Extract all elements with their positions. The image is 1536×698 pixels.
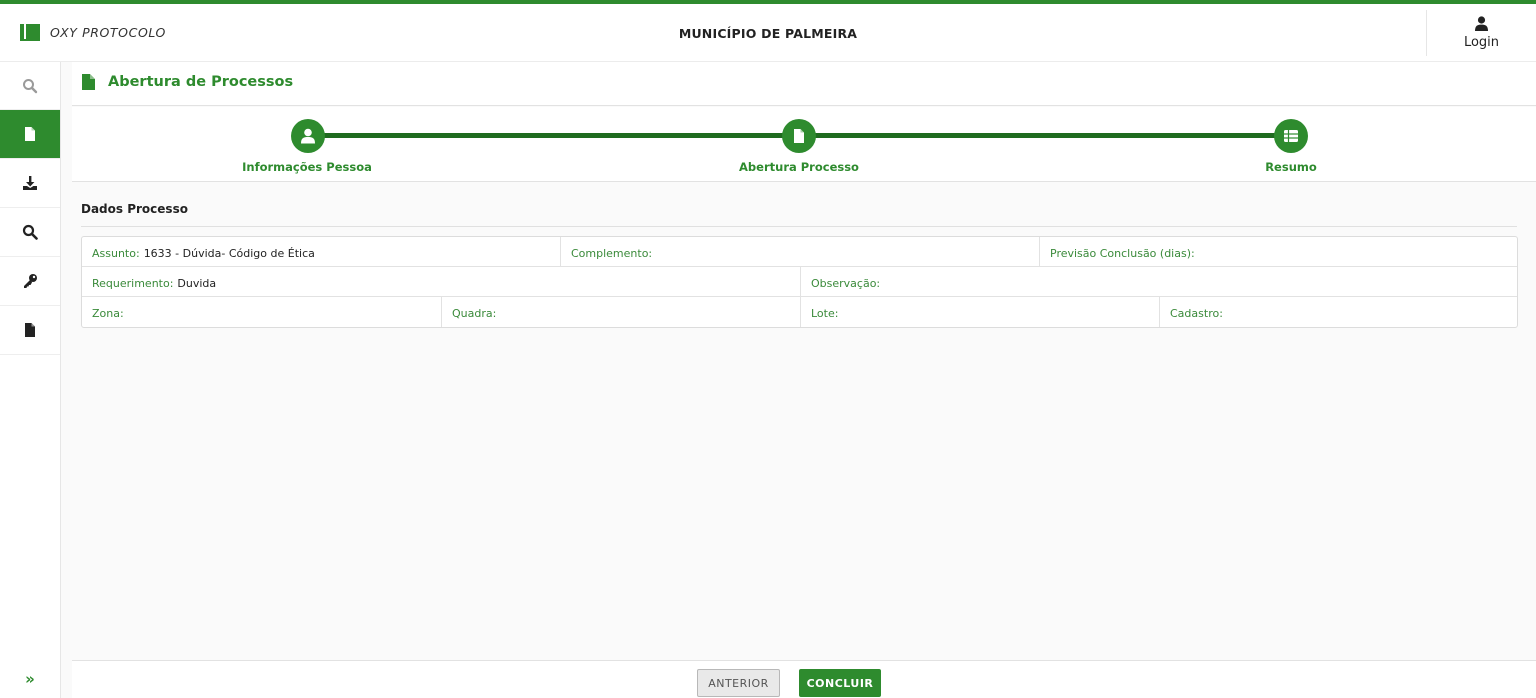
section-title: Dados Processo	[81, 202, 188, 216]
assunto-field: Assunto: 1633 - Dúvida- Código de Ética	[82, 237, 561, 266]
municipality-title: MUNICÍPIO DE PALMEIRA	[678, 26, 858, 41]
process-data-grid: Assunto: 1633 - Dúvida- Código de Ética C…	[81, 236, 1518, 328]
section-divider	[81, 226, 1517, 227]
page-header: Abertura de Processos	[72, 62, 1536, 106]
sidebar-item-search[interactable]	[0, 62, 60, 110]
search-icon	[22, 224, 38, 240]
previsao-field: Previsão Conclusão (dias):	[1040, 237, 1517, 266]
field-label: Assunto:	[92, 247, 140, 260]
grid-row: Requerimento: Duvida Observação:	[82, 267, 1517, 297]
file-icon	[25, 323, 35, 337]
key-icon	[24, 274, 37, 288]
sidebar: »	[0, 62, 61, 698]
lote-field: Lote:	[801, 297, 1160, 327]
conclude-button[interactable]: CONCLUIR	[799, 669, 881, 697]
field-label: Observação:	[811, 277, 881, 290]
process-stepper: Informações Pessoa Abertura Processo Res…	[72, 107, 1536, 182]
complemento-field: Complemento:	[561, 237, 1040, 266]
step-label: Abertura Processo	[739, 160, 859, 174]
field-label: Zona:	[92, 307, 124, 320]
field-label: Lote:	[811, 307, 839, 320]
sidebar-item-consulta[interactable]	[0, 208, 60, 257]
zona-field: Zona:	[82, 297, 442, 327]
footer-actions: ANTERIOR CONCLUIR	[72, 660, 1536, 698]
step-label: Informações Pessoa	[242, 160, 372, 174]
search-icon	[23, 78, 38, 93]
grid-row: Zona: Quadra: Lote: Cadastro:	[82, 297, 1517, 327]
page-title: Abertura de Processos	[108, 74, 294, 90]
requerimento-field: Requerimento: Duvida	[82, 267, 801, 296]
step-abertura-processo[interactable]	[782, 119, 816, 153]
sidebar-item-abertura[interactable]	[0, 110, 60, 159]
login-button[interactable]: Login	[1426, 10, 1536, 56]
step-informacoes-pessoa[interactable]	[291, 119, 325, 153]
step-resumo[interactable]	[1274, 119, 1308, 153]
download-icon	[23, 176, 37, 190]
sidebar-item-key[interactable]	[0, 257, 60, 306]
field-value: Duvida	[177, 277, 217, 290]
login-label: Login	[1463, 35, 1500, 50]
file-icon	[794, 129, 804, 143]
observacao-field: Observação:	[801, 267, 1517, 296]
field-label: Cadastro:	[1170, 307, 1223, 320]
file-icon	[82, 74, 95, 90]
user-icon	[1475, 16, 1488, 31]
user-icon	[301, 128, 315, 144]
cadastro-field: Cadastro:	[1160, 297, 1517, 327]
step-label: Resumo	[1265, 160, 1317, 174]
quadra-field: Quadra:	[442, 297, 801, 327]
field-label: Quadra:	[452, 307, 497, 320]
field-label: Complemento:	[571, 247, 653, 260]
stepper-connector	[799, 133, 1292, 138]
stepper-connector	[308, 133, 801, 138]
table-icon	[1284, 130, 1298, 142]
field-value: 1633 - Dúvida- Código de Ética	[143, 247, 315, 260]
grid-row: Assunto: 1633 - Dúvida- Código de Ética C…	[82, 237, 1517, 267]
file-icon	[25, 127, 35, 141]
field-label: Requerimento:	[92, 277, 174, 290]
sidebar-item-documents[interactable]	[0, 306, 60, 355]
field-label: Previsão Conclusão (dias):	[1050, 247, 1195, 260]
app-header: OXY PROTOCOLO MUNICÍPIO DE PALMEIRA Logi…	[0, 4, 1536, 62]
previous-button[interactable]: ANTERIOR	[697, 669, 780, 697]
sidebar-item-download[interactable]	[0, 159, 60, 208]
sidebar-expand-button[interactable]: »	[0, 670, 60, 688]
